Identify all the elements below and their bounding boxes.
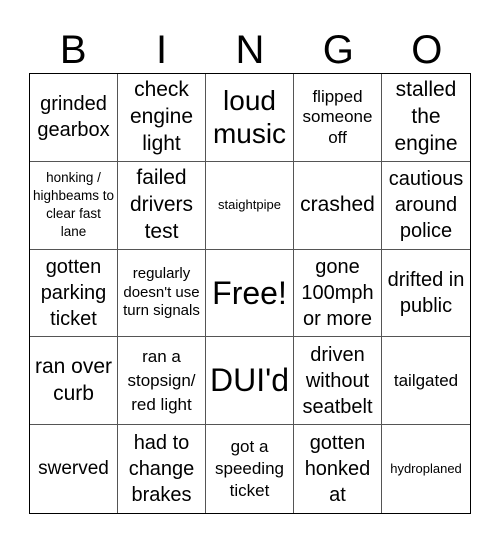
header-letter-o: O: [411, 28, 443, 72]
bingo-cell[interactable]: ran a stopsign/ red light: [118, 337, 206, 426]
bingo-cell[interactable]: check engine light: [118, 74, 206, 162]
bingo-cell[interactable]: gotten honked at: [294, 425, 382, 513]
bingo-cell[interactable]: tailgated: [382, 337, 470, 426]
bingo-cell[interactable]: stalled the engine: [382, 74, 470, 162]
bingo-cell[interactable]: DUI'd: [206, 337, 294, 426]
bingo-cell[interactable]: honking / highbeams to clear fast lane: [30, 161, 118, 250]
bingo-cell[interactable]: swerved: [30, 425, 118, 513]
bingo-cell[interactable]: loud music: [206, 74, 294, 162]
bingo-cell[interactable]: flipped someone off: [294, 74, 382, 162]
bingo-cell[interactable]: gotten parking ticket: [30, 249, 118, 338]
bingo-cell[interactable]: regularly doesn't use turn signals: [118, 249, 206, 338]
bingo-cell[interactable]: hydroplaned: [382, 425, 470, 513]
free-space[interactable]: Free!: [206, 249, 294, 338]
header-letter-n: N: [235, 28, 265, 72]
header-letter-i: I: [156, 28, 168, 72]
bingo-cell[interactable]: ran over curb: [30, 337, 118, 426]
bingo-cell[interactable]: failed drivers test: [118, 161, 206, 250]
bingo-cell[interactable]: gone 100mph or more: [294, 249, 382, 338]
header-letter-g: G: [322, 28, 354, 72]
bingo-cell[interactable]: had to change brakes: [118, 425, 206, 513]
bingo-grid: grinded gearbox check engine light loud …: [29, 73, 471, 514]
bingo-cell[interactable]: cautious around police: [382, 162, 470, 250]
bingo-cell[interactable]: got a speeding ticket: [206, 425, 294, 513]
bingo-header: B I N G O: [29, 28, 471, 73]
bingo-cell[interactable]: staightpipe: [206, 161, 294, 250]
header-letter-b: B: [59, 28, 87, 72]
bingo-cell[interactable]: grinded gearbox: [30, 74, 118, 162]
bingo-cell[interactable]: driven without seatbelt: [294, 337, 382, 426]
bingo-cell[interactable]: crashed: [294, 161, 382, 250]
bingo-cell[interactable]: drifted in public: [382, 250, 470, 338]
